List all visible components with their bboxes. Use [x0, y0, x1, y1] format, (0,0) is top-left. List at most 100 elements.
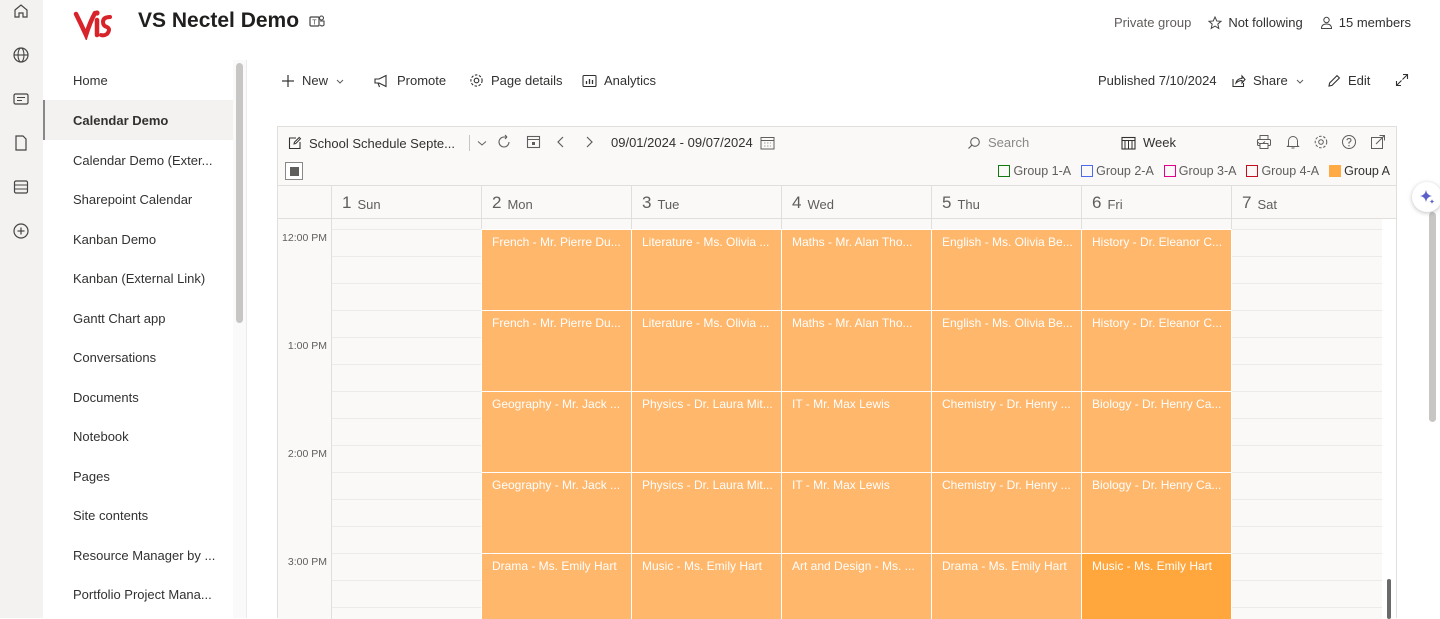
calendar-event[interactable]: Physics - Dr. Laura Mit... — [631, 472, 782, 554]
calendar-event[interactable]: Biology - Dr. Henry Ca... — [1081, 391, 1232, 473]
day-header-fri[interactable]: 6 Fri — [1081, 186, 1231, 219]
date-range[interactable]: 09/01/2024 - 09/07/2024 — [611, 135, 775, 150]
nav-scrollbar[interactable] — [233, 60, 247, 618]
day-header-wed[interactable]: 4 Wed — [781, 186, 931, 219]
day-number: 6 — [1092, 192, 1102, 212]
globe-icon[interactable] — [12, 46, 30, 64]
grid-scrollbar[interactable] — [1382, 219, 1396, 619]
nav-item-pages[interactable]: Pages — [43, 456, 233, 496]
page-scrollbar[interactable] — [1425, 102, 1440, 618]
help-icon[interactable] — [1341, 134, 1357, 150]
calendar-event[interactable]: French - Mr. Pierre Du... — [481, 310, 632, 392]
day-header-tue[interactable]: 3 Tue — [631, 186, 781, 219]
day-number: 3 — [642, 192, 652, 212]
calendar-event[interactable]: Literature - Ms. Olivia ... — [631, 229, 782, 311]
home-icon[interactable] — [12, 2, 30, 20]
nav-item-conversations[interactable]: Conversations — [43, 337, 233, 377]
calendar-event[interactable]: Geography - Mr. Jack ... — [481, 472, 632, 554]
calendar-event[interactable]: History - Dr. Eleanor C... — [1081, 229, 1232, 311]
nav-item-portfolio-project[interactable]: Portfolio Project Mana... — [43, 574, 233, 614]
nav-item-site-contents[interactable]: Site contents — [43, 495, 233, 535]
calendar-event[interactable]: Music - Ms. Emily Hart — [1081, 553, 1232, 619]
day-header-mon[interactable]: 2 Mon — [481, 186, 631, 219]
calendar-selector[interactable]: School Schedule Septe... — [288, 135, 488, 151]
toolbar-divider — [469, 135, 470, 151]
calendar-event[interactable]: Art and Design - Ms. ... — [781, 553, 932, 619]
calendar-event[interactable]: IT - Mr. Max Lewis — [781, 391, 932, 473]
calendar-event[interactable]: Maths - Mr. Alan Tho... — [781, 229, 932, 311]
chevron-down-icon[interactable] — [476, 137, 488, 149]
nav-item-resource-manager[interactable]: Resource Manager by ... — [43, 535, 233, 575]
day-header-sun[interactable]: 1 Sun — [331, 186, 481, 219]
nav-item-sharepoint-calendar[interactable]: Sharepoint Calendar — [43, 179, 233, 219]
nav-item-calendar-demo-external[interactable]: Calendar Demo (Exter... — [43, 140, 233, 180]
legend-item[interactable]: Group 2-A — [1081, 164, 1154, 178]
expand-button[interactable] — [1395, 73, 1409, 87]
members-button[interactable]: 15 members — [1320, 15, 1411, 30]
calendar-event[interactable]: IT - Mr. Max Lewis — [781, 472, 932, 554]
page-scroll-thumb[interactable] — [1429, 212, 1436, 422]
day-name: Fri — [1107, 196, 1123, 212]
nav-item-documents[interactable]: Documents — [43, 377, 233, 417]
calendar-event[interactable]: Chemistry - Dr. Henry ... — [931, 391, 1082, 473]
nav-scroll-thumb[interactable] — [236, 63, 243, 323]
copilot-button[interactable] — [1412, 182, 1440, 212]
legend-item[interactable]: Group 1-A — [998, 164, 1071, 178]
calendar-event[interactable]: Literature - Ms. Olivia ... — [631, 310, 782, 392]
calendar-event[interactable]: Drama - Ms. Emily Hart — [481, 553, 632, 619]
teams-icon[interactable]: T — [309, 13, 325, 29]
list-icon[interactable] — [12, 178, 30, 196]
new-button[interactable]: New — [281, 73, 345, 88]
site-logo[interactable] — [73, 8, 113, 40]
legend-item[interactable]: Group 3-A — [1163, 164, 1236, 178]
bell-icon[interactable] — [1285, 134, 1301, 150]
open-external-icon[interactable] — [1370, 134, 1386, 150]
settings-icon[interactable] — [1313, 134, 1329, 150]
day-number: 1 — [342, 192, 352, 212]
follow-button[interactable]: Not following — [1208, 15, 1303, 30]
calendar-event[interactable]: Geography - Mr. Jack ... — [481, 391, 632, 473]
calendar-event[interactable]: Chemistry - Dr. Henry ... — [931, 472, 1082, 554]
share-button[interactable]: Share — [1231, 73, 1305, 88]
calendar-event[interactable]: History - Dr. Eleanor C... — [1081, 310, 1232, 392]
search-box[interactable]: Search — [967, 135, 1029, 150]
document-icon[interactable] — [12, 134, 30, 152]
site-title[interactable]: VS Nectel Demo — [138, 9, 299, 33]
day-header-thu[interactable]: 5 Thu — [931, 186, 1081, 219]
analytics-button[interactable]: Analytics — [582, 73, 656, 88]
app-rail — [0, 0, 43, 618]
day-header-sat[interactable]: 7 Sat — [1231, 186, 1396, 219]
select-all-checkbox[interactable] — [285, 162, 303, 180]
edit-button[interactable]: Edit — [1327, 73, 1370, 88]
calendar-event[interactable]: Biology - Dr. Henry Ca... — [1081, 472, 1232, 554]
chevron-left-icon[interactable] — [555, 135, 567, 149]
view-selector[interactable]: Week — [1121, 135, 1267, 150]
calendar-event[interactable]: English - Ms. Olivia Be... — [931, 310, 1082, 392]
print-icon[interactable] — [1256, 134, 1272, 150]
chevron-right-icon[interactable] — [583, 135, 595, 149]
calendar-event[interactable]: French - Mr. Pierre Du... — [481, 229, 632, 311]
grid-scroll-thumb[interactable] — [1387, 579, 1391, 619]
day-name: Sat — [1257, 196, 1277, 212]
legend-item[interactable]: Group A — [1329, 164, 1390, 178]
chart-icon — [582, 74, 597, 87]
calendar-event[interactable]: Maths - Mr. Alan Tho... — [781, 310, 932, 392]
calendar-event[interactable]: Music - Ms. Emily Hart — [631, 553, 782, 619]
nav-item-gantt-chart[interactable]: Gantt Chart app — [43, 298, 233, 338]
today-icon[interactable] — [526, 134, 541, 149]
legend-item[interactable]: Group 4-A — [1246, 164, 1319, 178]
nav-item-calendar-demo[interactable]: Calendar Demo — [43, 100, 233, 140]
promote-button[interactable]: Promote — [374, 73, 446, 88]
nav-item-kanban-demo[interactable]: Kanban Demo — [43, 219, 233, 259]
refresh-icon[interactable] — [496, 134, 512, 150]
calendar-event[interactable]: Drama - Ms. Emily Hart — [931, 553, 1082, 619]
nav-item-kanban-external[interactable]: Kanban (External Link) — [43, 258, 233, 298]
calendar-event[interactable]: English - Ms. Olivia Be... — [931, 229, 1082, 311]
add-circle-icon[interactable] — [12, 222, 30, 240]
nav-item-notebook[interactable]: Notebook — [43, 416, 233, 456]
calendar-event[interactable]: Physics - Dr. Laura Mit... — [631, 391, 782, 473]
page-details-button[interactable]: Page details — [469, 73, 563, 88]
legend-swatch — [998, 165, 1011, 177]
nav-item-home[interactable]: Home — [43, 60, 233, 100]
news-icon[interactable] — [12, 90, 30, 108]
